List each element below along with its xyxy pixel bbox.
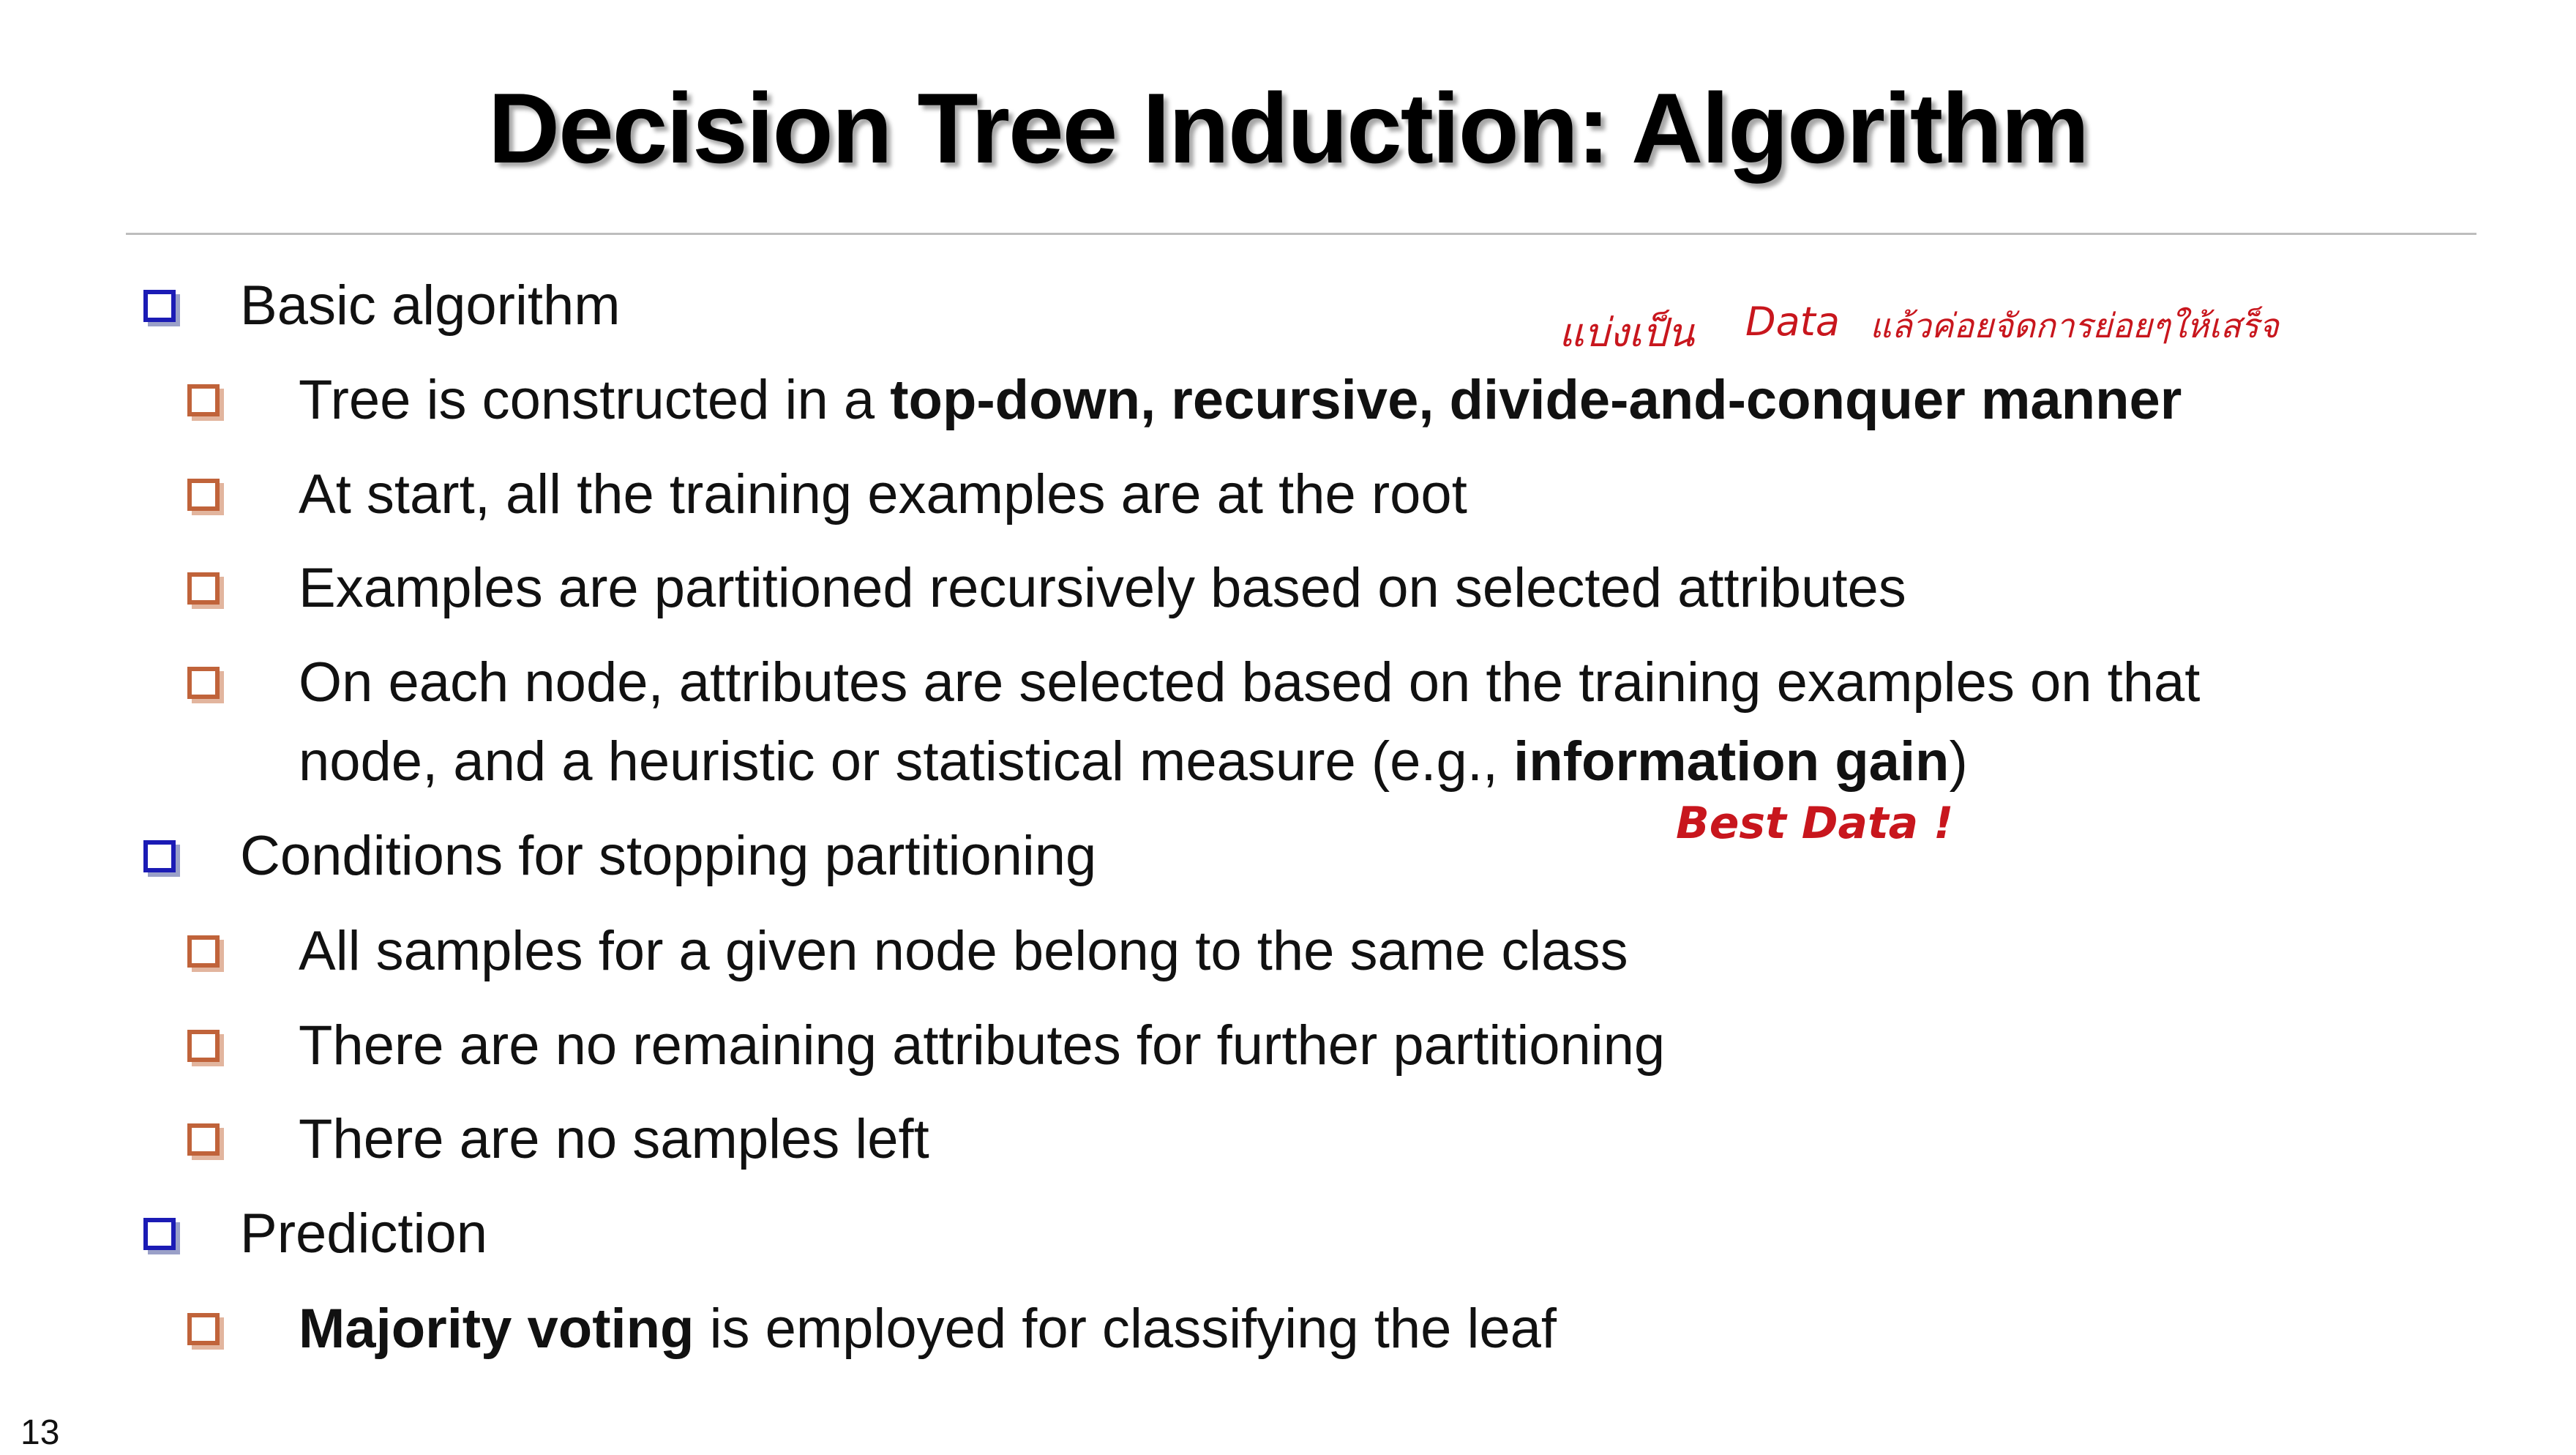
- slide-number: 13: [20, 1413, 60, 1452]
- item-each-node-line1: On each node, attributes are selected ba…: [299, 651, 2201, 714]
- title-divider: [126, 233, 2476, 235]
- handwritten-note-data: Data: [1745, 299, 1840, 345]
- item-emphasis: top-down, recursive, divide-and-conquer …: [890, 369, 2182, 431]
- bullet-square-icon: [187, 1123, 220, 1156]
- slide-title: Decision Tree Induction: Algorithm: [487, 72, 2089, 184]
- slide: Decision Tree Induction: Algorithm Basic…: [0, 0, 2576, 1452]
- handwritten-note-thai-1: แบ่งเป็น: [1559, 310, 1695, 356]
- item-emphasis: Majority voting: [299, 1298, 694, 1360]
- item-no-samples: There are no samples left: [299, 1108, 929, 1170]
- bullet-square-icon: [143, 840, 176, 872]
- bullet-square-icon: [187, 1030, 220, 1062]
- bullet-square-icon: [187, 935, 220, 968]
- item-tree-constructed: Tree is constructed in a top-down, recur…: [299, 362, 2182, 439]
- item-text: ): [1949, 730, 1968, 793]
- item-same-class: All samples for a given node belong to t…: [299, 920, 1628, 982]
- bullet-square-icon: [187, 384, 220, 416]
- item-each-node-line2: node, and a heuristic or statistical mea…: [299, 723, 1968, 801]
- item-stopping-conditions: Conditions for stopping partitioning: [240, 825, 1097, 887]
- item-text: is employed for classifying the leaf: [694, 1298, 1557, 1360]
- handwritten-note-best-data: Best Data !: [1676, 798, 1954, 849]
- bullet-square-icon: [143, 1218, 176, 1250]
- item-text: Tree is constructed in a: [299, 369, 891, 431]
- bullet-square-icon: [187, 1313, 220, 1345]
- bullet-square-icon: [143, 290, 176, 322]
- item-prediction: Prediction: [240, 1202, 487, 1265]
- bullet-square-icon: [187, 667, 220, 699]
- item-basic-algorithm: Basic algorithm: [240, 274, 621, 337]
- bullet-square-icon: [187, 572, 220, 605]
- item-partitioned: Examples are partitioned recursively bas…: [299, 557, 1906, 619]
- bullet-square-icon: [187, 479, 220, 511]
- item-text: node, and a heuristic or statistical mea…: [299, 730, 1514, 793]
- handwritten-note-thai-2: แล้วค่อยจัดการย่อยๆให้เสร็จ: [1870, 306, 2279, 345]
- item-emphasis: information gain: [1513, 730, 1950, 793]
- item-no-attributes: There are no remaining attributes for fu…: [299, 1014, 1666, 1077]
- item-at-start: At start, all the training examples are …: [299, 463, 1467, 525]
- item-majority-voting: Majority voting is employed for classify…: [299, 1290, 1557, 1368]
